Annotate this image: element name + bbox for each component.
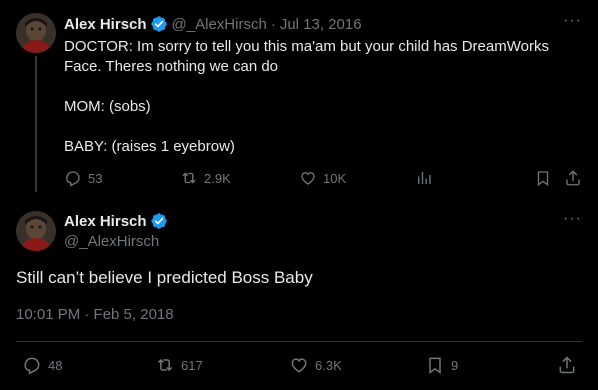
repost-count: 617 bbox=[181, 357, 203, 373]
bookmark-button[interactable] bbox=[534, 169, 552, 187]
reply-icon bbox=[24, 357, 40, 375]
share-button[interactable] bbox=[557, 355, 577, 375]
reply-icon bbox=[66, 171, 80, 187]
bookmark-icon bbox=[537, 171, 549, 187]
repost-button[interactable]: 2.9K bbox=[180, 169, 231, 187]
bookmark-button[interactable]: 9 bbox=[425, 355, 458, 375]
divider bbox=[16, 341, 582, 342]
share-button[interactable] bbox=[564, 169, 582, 187]
verified-badge-icon bbox=[150, 213, 167, 229]
bookmark-icon bbox=[429, 357, 441, 374]
more-options-icon[interactable]: ··· bbox=[563, 12, 582, 30]
author-handle[interactable]: @_AlexHirsch bbox=[172, 16, 267, 33]
main-author-name-row: Alex Hirsch bbox=[64, 211, 168, 231]
verified-badge-icon bbox=[150, 16, 167, 32]
tweet-date[interactable]: Jul 13, 2016 bbox=[280, 16, 362, 33]
repost-icon bbox=[157, 358, 173, 372]
repost-button[interactable]: 617 bbox=[155, 355, 203, 375]
main-tweet-text: Still can’t believe I predicted Boss Bab… bbox=[16, 268, 313, 287]
like-count: 6.3K bbox=[315, 357, 342, 373]
like-button[interactable]: 6.3K bbox=[289, 355, 342, 375]
author-name[interactable]: Alex Hirsch bbox=[64, 213, 147, 230]
tweet-timestamp[interactable]: 10:01 PM · Feb 5, 2018 bbox=[16, 306, 174, 323]
repost-count: 2.9K bbox=[204, 170, 231, 186]
share-icon bbox=[559, 356, 575, 374]
thread-connector-line bbox=[35, 56, 37, 192]
author-handle[interactable]: @_AlexHirsch bbox=[64, 233, 159, 250]
like-count: 10K bbox=[323, 170, 347, 186]
avatar[interactable] bbox=[16, 211, 56, 251]
analytics-icon bbox=[418, 172, 431, 184]
heart-icon bbox=[301, 172, 315, 185]
reply-count: 53 bbox=[88, 170, 103, 186]
reply-button[interactable]: 48 bbox=[22, 355, 62, 375]
repost-icon bbox=[182, 172, 196, 184]
more-options-icon[interactable]: ··· bbox=[563, 210, 582, 228]
reply-count: 48 bbox=[48, 357, 63, 373]
reply-button[interactable]: 53 bbox=[64, 169, 102, 187]
reply-header: Alex Hirsch @_AlexHirsch · Jul 13, 2016 bbox=[64, 14, 362, 34]
views-button[interactable] bbox=[415, 169, 433, 187]
avatar[interactable] bbox=[16, 13, 56, 53]
dot-separator: · bbox=[270, 15, 276, 33]
like-button[interactable]: 10K bbox=[299, 169, 346, 187]
reply-tweet-text: DOCTOR: Im sorry to tell you this ma'am … bbox=[64, 38, 549, 155]
share-icon bbox=[566, 170, 580, 186]
author-name[interactable]: Alex Hirsch bbox=[64, 16, 147, 33]
bookmark-count: 9 bbox=[451, 357, 459, 373]
heart-icon bbox=[291, 358, 307, 373]
